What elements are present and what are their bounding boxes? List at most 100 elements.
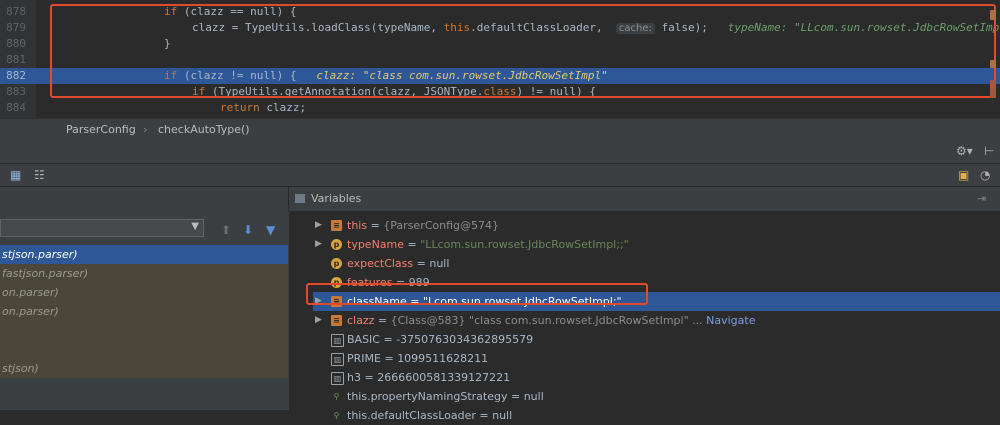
line-number[interactable]: 884 [4,100,26,116]
param-icon: p [331,239,342,250]
scrollbar-marker[interactable] [990,60,996,68]
variable-equals: = [380,352,398,365]
variable-row[interactable]: ▥ BASIC = -3750763034362895579 [313,330,1000,349]
variable-value: {ParserConfig@574} [383,219,500,232]
navigate-link[interactable]: Navigate [706,314,755,327]
variable-row[interactable]: ▥ h3 = 2666600581339127221 [313,368,1000,387]
variable-row[interactable]: ⚲ this.propertyNamingStrategy = null [313,387,1000,406]
watch-icon: ⚲ [333,392,340,401]
threads-layout-icon[interactable]: ☷ [34,165,45,185]
static-field-icon: ▥ [331,372,344,385]
variable-value: null [523,390,544,403]
variable-text: this.defaultClassLoader = null [347,406,512,425]
line-number[interactable]: 880 [4,36,26,52]
field-lines-icon: ≡ [331,315,342,326]
variable-name: this.defaultClassLoader [347,409,476,422]
breadcrumb: ParserConfig › checkAutoType() [0,118,1000,142]
line-number[interactable]: 881 [4,52,26,68]
line-number[interactable]: 879 [4,20,26,36]
chevron-down-icon: ▼ [191,221,199,232]
variable-equals: = [404,238,421,251]
breadcrumb-separator: › [143,123,148,136]
variables-panel-header: Variables ⇥ [289,187,1000,212]
variable-value: 2666600581339127221 [377,371,511,384]
arrow-down-icon[interactable]: ⬇ [243,220,253,240]
variable-name: expectClass [347,257,414,270]
scrollbar-marker[interactable] [990,10,996,20]
variables-icon [295,194,305,203]
stack-frame-item[interactable]: fastjson.parser) [0,264,288,283]
stack-frame-item[interactable]: on.parser) [0,302,288,321]
thread-selector-dropdown[interactable]: ▼ [0,219,204,237]
stack-frame-item[interactable] [0,340,288,359]
variable-row[interactable]: ▶ p typeName = "LLcom.sun.rowset.JdbcRowSe… [313,235,1000,254]
static-field-icon: ▥ [331,353,344,366]
variable-value: null [492,409,513,422]
variable-name: this [347,219,368,232]
stack-frame-item[interactable] [0,321,288,340]
variable-value: 1099511628211 [397,352,489,365]
variable-value: "LLcom.sun.rowset.JdbcRowSetImpl;;" [420,238,629,251]
expand-arrow-icon[interactable]: ▶ [315,216,322,235]
debug-toolwindow-header: ⚙▾ ⊢ [0,141,1000,164]
debug-toolbar: ▦ ☷ ▣ ◔ [0,164,1000,187]
highlight-box-variable [306,283,648,305]
code-line[interactable]: 884 return clazz; [0,100,1000,116]
variable-text: expectClass = null [347,254,449,273]
code-editor[interactable]: 878 if (clazz == null) {879 clazz = TypeUt… [0,0,1000,130]
variables-title: Variables [311,192,362,205]
highlight-box-code [50,4,996,98]
static-field-icon: ▥ [331,334,344,347]
variable-value: -3750763034362895579 [396,333,534,346]
line-number[interactable]: 883 [4,84,26,100]
variable-text: h3 = 2666600581339127221 [347,368,510,387]
expand-arrow-icon[interactable]: ▶ [315,311,322,330]
variable-value: null [429,257,450,270]
frames-table-icon[interactable]: ▦ [10,165,21,185]
variable-row[interactable]: ▥ PRIME = 1099511628211 [313,349,1000,368]
variable-row[interactable]: ▶ ≡ this = {ParserConfig@574} [313,216,1000,235]
variable-name: typeName [347,238,405,251]
variable-text: clazz = {Class@583} "class com.sun.rowse… [347,314,756,327]
stack-frame-item[interactable]: stjson.parser) [0,245,288,264]
variable-equals: = [367,219,384,232]
stack-frame-item[interactable]: stjson) [0,359,288,378]
code-text[interactable]: return clazz; [220,100,306,116]
frames-panel: ▼ ⬆ ⬇ ▼ stjson.parser) fastjson.parser) on… [0,187,289,410]
variable-equals: = [374,314,391,327]
variable-text: PRIME = 1099511628211 [347,349,488,368]
frames-panel-header [0,187,288,211]
memory-view-icon[interactable]: ▣ [958,165,969,185]
watch-icon: ⚲ [333,411,340,420]
variable-name: PRIME [347,352,381,365]
code-token: return [220,101,260,114]
stack-frame-item[interactable]: on.parser) [0,283,288,302]
variable-value: {Class@583} "class com.sun.rowset.JdbcRo… [390,314,689,327]
code-token: clazz; [259,101,307,114]
variable-name: this.propertyNamingStrategy [347,390,508,403]
variable-row[interactable]: p expectClass = null [313,254,1000,273]
breadcrumb-method[interactable]: checkAutoType() [158,119,250,141]
variable-text: typeName = "LLcom.sun.rowset.JdbcRowSetI… [347,235,629,254]
overhead-icon[interactable]: ◔ [980,165,990,185]
variable-name: clazz [347,314,375,327]
variable-text: this.propertyNamingStrategy = null [347,387,544,406]
line-number[interactable]: 882 [4,68,26,84]
hide-panel-icon[interactable]: ⊢ [984,141,994,161]
variable-equals: = [507,390,524,403]
pin-icon[interactable]: ⇥ [977,187,986,211]
variable-equals: = [413,257,430,270]
line-number[interactable]: 878 [4,4,26,20]
param-icon: p [331,258,342,269]
scrollbar-thumb[interactable] [990,80,996,98]
variable-row[interactable]: ⚲ this.defaultClassLoader = null [313,406,1000,425]
field-lines-icon: ≡ [331,220,342,231]
settings-gear-icon[interactable]: ⚙▾ [956,141,973,161]
breadcrumb-class[interactable]: ParserConfig [66,119,136,141]
variable-text: this = {ParserConfig@574} [347,216,499,235]
expand-arrow-icon[interactable]: ▶ [315,235,322,254]
arrow-up-icon[interactable]: ⬆ [221,220,231,240]
variable-name: BASIC [347,333,380,346]
variable-row[interactable]: ▶ ≡ clazz = {Class@583} "class com.sun.row… [313,311,1000,330]
filter-icon[interactable]: ▼ [266,220,275,240]
